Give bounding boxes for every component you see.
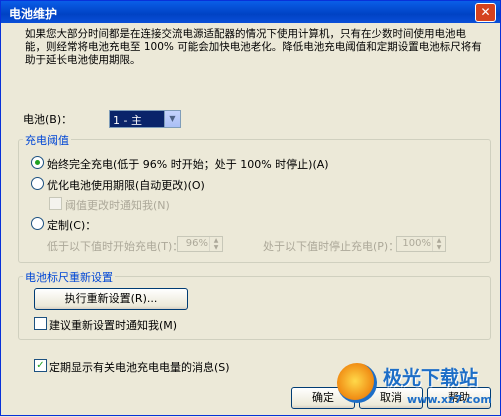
notify-threshold-label[interactable]: 阈值更改时通知我(N)	[65, 197, 170, 213]
window-title: 电池维护	[9, 7, 58, 21]
battery-maintenance-dialog: 电池维护 ✕ 如果您大部分时间都是在连接交流电源适配器的情况下使用计算机，只有在…	[0, 0, 501, 416]
notify-reset-label[interactable]: 建议重新设置时通知我(M)	[49, 317, 177, 333]
full-charge-radio[interactable]	[31, 156, 44, 169]
spinner-arrows-icon[interactable]: ▲ ▼	[209, 237, 222, 251]
close-button[interactable]: ✕	[475, 3, 496, 22]
threshold-group-title: 充电阈值	[23, 132, 71, 148]
run-reset-button[interactable]: 执行重新设置(R)...	[34, 288, 188, 310]
battery-select[interactable]: 1 - 主 ▼	[109, 110, 181, 128]
periodic-message-checkbox[interactable]: ✓	[34, 359, 47, 372]
chevron-down-icon[interactable]: ▼	[164, 111, 180, 127]
optimize-radio[interactable]	[31, 177, 44, 190]
watermark: 极光下载站 www.xz7.com	[337, 361, 501, 417]
periodic-message-label[interactable]: 定期显示有关电池充电电量的消息(S)	[49, 359, 230, 375]
stop-charge-label: 处于以下值时停止充电(P)：	[263, 240, 400, 253]
start-charge-spinner[interactable]: 96% ▲ ▼	[177, 236, 223, 252]
start-charge-label: 低于以下值时开始充电(T)：	[47, 240, 184, 253]
stop-charge-spinner[interactable]: 100% ▲ ▼	[396, 236, 446, 252]
watermark-title: 极光下载站	[383, 367, 479, 389]
full-charge-label[interactable]: 始终完全充电(低于 96% 时开始；处于 100% 时停止)(A)	[47, 156, 329, 172]
battery-select-value: 1 - 主	[113, 114, 142, 127]
optimize-label[interactable]: 优化电池使用期限(自动更改)(O)	[47, 177, 205, 193]
notify-reset-checkbox[interactable]	[34, 317, 47, 330]
start-charge-value: 96%	[185, 238, 208, 249]
watermark-url: www.xz7.com	[407, 393, 492, 406]
calibration-group-title: 电池标尺重新设置	[23, 269, 115, 285]
watermark-logo-icon	[337, 363, 377, 403]
custom-label[interactable]: 定制(C)：	[47, 217, 96, 233]
spinner-arrows-icon[interactable]: ▲ ▼	[432, 237, 445, 251]
custom-radio[interactable]	[31, 217, 44, 230]
title-bar[interactable]: 电池维护 ✕	[1, 1, 500, 23]
notify-threshold-checkbox[interactable]	[49, 197, 62, 210]
description-text: 如果您大部分时间都是在连接交流电源适配器的情况下使用计算机，只有在少数时间使用电…	[25, 28, 482, 66]
battery-label: 电池(B)：	[23, 113, 73, 126]
stop-charge-value: 100%	[402, 238, 431, 249]
